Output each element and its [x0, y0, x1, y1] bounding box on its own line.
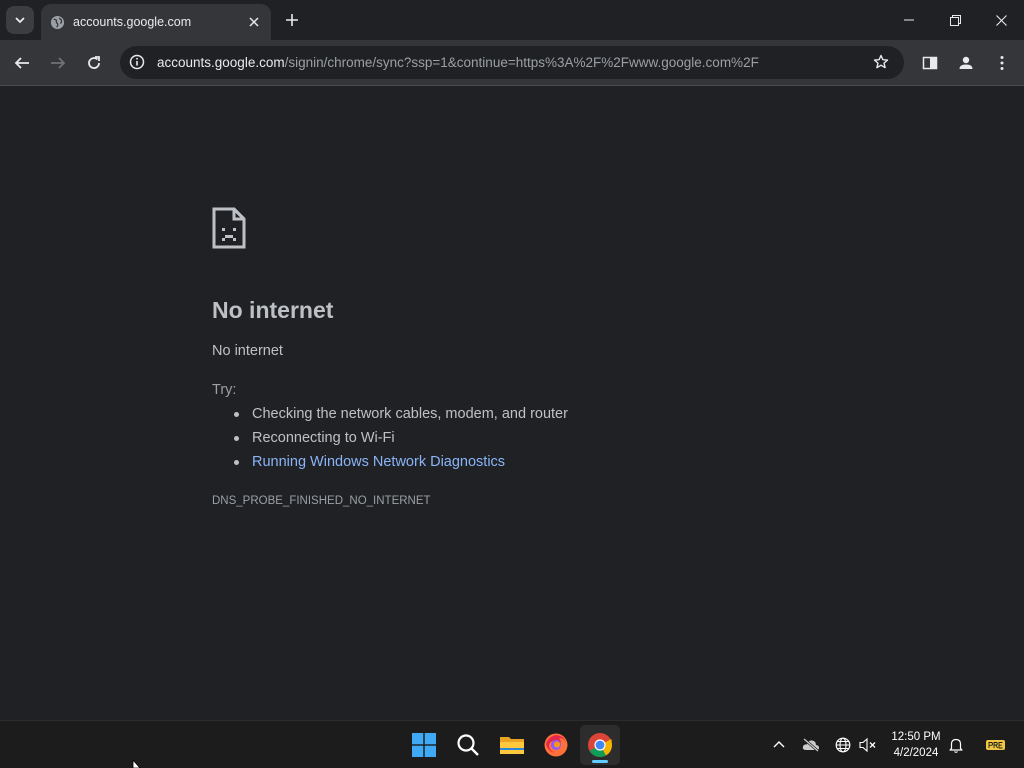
side-panel-button[interactable] [918, 51, 942, 75]
sad-page-icon [212, 207, 246, 249]
chevron-up-icon [773, 741, 785, 748]
error-title: No internet [212, 297, 334, 323]
url-path: /signin/chrome/sync?ssp=1&continue=https… [284, 55, 759, 70]
active-app-indicator [592, 760, 608, 763]
forward-button[interactable] [46, 51, 70, 75]
taskbar-search-button[interactable] [448, 725, 488, 765]
suggestion-item: Reconnecting to Wi-Fi [234, 429, 568, 453]
new-tab-button[interactable] [281, 9, 303, 31]
tab-search-button[interactable] [6, 6, 34, 34]
back-arrow-icon [14, 57, 29, 69]
url-host: accounts.google.com [157, 55, 285, 70]
start-button[interactable] [404, 725, 444, 765]
restore-icon [949, 14, 961, 26]
suggestion-item: Running Windows Network Diagnostics [234, 453, 568, 477]
star-icon [873, 54, 889, 69]
plus-icon [286, 14, 298, 26]
onedrive-tray-button[interactable] [801, 735, 821, 755]
file-explorer-button[interactable] [492, 725, 532, 765]
network-tray-button[interactable] [833, 735, 853, 755]
search-icon [457, 734, 479, 756]
volume-tray-button[interactable] [858, 735, 878, 755]
onedrive-offline-icon [802, 738, 820, 752]
chevron-down-icon [15, 17, 25, 24]
error-page: No internet No internet Try: Checking th… [0, 87, 1024, 720]
clock-date: 4/2/2024 [893, 747, 939, 759]
restore-button[interactable] [932, 0, 978, 40]
firefox-button[interactable] [536, 725, 576, 765]
address-bar[interactable]: accounts.google.com/signin/chrome/sync?s… [120, 46, 904, 79]
kebab-menu-icon [1000, 56, 1004, 70]
bell-icon [949, 738, 963, 753]
globe-icon [50, 15, 65, 29]
try-label: Try: [212, 382, 237, 398]
minimize-icon [904, 19, 914, 21]
profile-button[interactable] [954, 51, 978, 75]
minimize-button[interactable] [886, 0, 932, 40]
pre-badge-icon [985, 740, 1005, 750]
browser-toolbar: accounts.google.com/signin/chrome/sync?s… [0, 40, 1024, 86]
pre-release-badge [985, 735, 1005, 755]
bookmark-button[interactable] [872, 53, 890, 71]
windows-logo-icon [412, 733, 436, 757]
back-button[interactable] [10, 51, 34, 75]
folder-icon [500, 737, 524, 754]
close-icon [995, 14, 1007, 26]
chrome-icon [588, 733, 612, 758]
side-panel-icon [922, 56, 938, 70]
info-icon [129, 54, 145, 70]
suggestion-list: Checking the network cables, modem, and … [234, 405, 568, 477]
close-window-button[interactable] [978, 0, 1024, 40]
error-code: DNS_PROBE_FINISHED_NO_INTERNET [212, 495, 431, 507]
network-diagnostics-link[interactable]: Running Windows Network Diagnostics [252, 454, 505, 470]
firefox-icon [544, 733, 568, 757]
active-tab[interactable]: accounts.google.com [41, 4, 271, 40]
show-hidden-icons-button[interactable] [769, 735, 789, 755]
reload-button[interactable] [82, 51, 106, 75]
forward-arrow-icon [51, 57, 66, 69]
tab-title: accounts.google.com [73, 15, 192, 29]
notifications-button[interactable] [946, 735, 966, 755]
chrome-button[interactable] [580, 725, 620, 765]
mouse-cursor [132, 760, 141, 768]
suggestion-item: Checking the network cables, modem, and … [234, 405, 568, 429]
site-info-button[interactable] [128, 53, 146, 71]
tab-strip: accounts.google.com [0, 0, 1024, 40]
speaker-muted-icon [859, 737, 876, 753]
menu-button[interactable] [990, 51, 1014, 75]
windows-taskbar: 12:50 PM 4/2/2024 [0, 720, 1024, 768]
reload-icon [88, 56, 100, 69]
error-subtitle: No internet [212, 343, 283, 359]
system-clock[interactable]: 12:50 PM 4/2/2024 [884, 729, 948, 761]
tab-close-button[interactable] [245, 13, 263, 31]
clock-time: 12:50 PM [891, 731, 941, 743]
close-icon [249, 17, 259, 27]
profile-icon [959, 56, 973, 69]
globe-icon [835, 737, 851, 753]
url-text[interactable]: accounts.google.com/signin/chrome/sync?s… [157, 55, 759, 70]
